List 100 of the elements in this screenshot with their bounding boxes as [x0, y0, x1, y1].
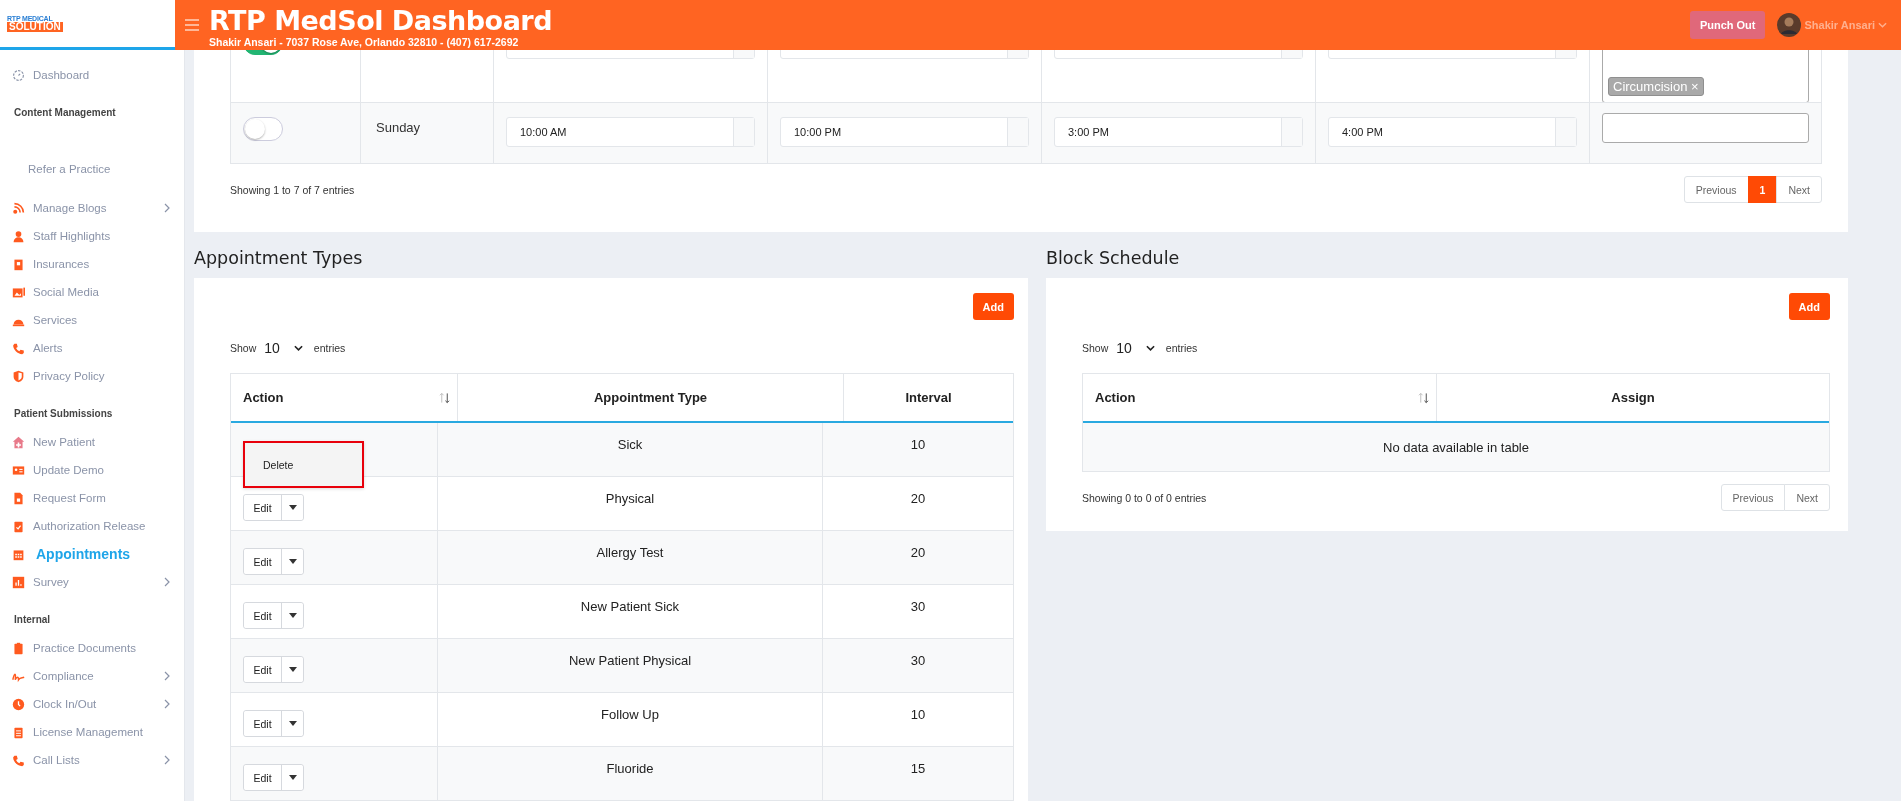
sidebar-item[interactable]: Services — [12, 306, 184, 334]
shield-icon — [12, 369, 25, 383]
section-heading: Patient Submissions — [13, 407, 114, 421]
sort-icon[interactable] — [1418, 391, 1429, 404]
edit-button[interactable]: Edit — [244, 657, 282, 682]
table-cell-text: 30 — [909, 652, 927, 670]
rss-icon — [12, 201, 25, 215]
add-button[interactable]: Add — [972, 293, 1014, 320]
chevron-icon — [164, 203, 170, 213]
gauge-icon — [12, 68, 25, 82]
page-size-select[interactable]: 10 — [1113, 340, 1161, 356]
pagination-button[interactable]: 1 — [1747, 176, 1778, 203]
tags-field[interactable] — [1602, 113, 1809, 143]
show-label: Show — [1082, 342, 1109, 354]
sidebar-item[interactable]: Call Lists — [12, 746, 184, 774]
entries-info: Showing 0 to 0 of 0 entries — [1082, 491, 1207, 504]
pagination-button[interactable]: Previous — [1720, 484, 1786, 511]
sidebar-item[interactable]: Request Form — [12, 484, 184, 512]
sidebar-item[interactable]: Staff Highlights — [12, 222, 184, 250]
section-title: Block Schedule — [1046, 248, 1181, 269]
toggle-switch[interactable] — [243, 117, 283, 141]
tag-chip[interactable]: Circumcision × — [1608, 77, 1704, 96]
caret-icon — [288, 505, 297, 510]
building-icon — [12, 257, 25, 271]
column-header[interactable]: Assign — [1611, 390, 1655, 405]
time-field[interactable]: 4:00 PM — [1328, 117, 1577, 147]
column-header[interactable]: Interval — [905, 390, 952, 405]
table-cell-text: 20 — [909, 544, 927, 562]
edit-button[interactable]: Edit — [244, 711, 282, 736]
entries-info: Showing 1 to 7 of 7 entries — [230, 183, 355, 196]
caret-icon — [288, 721, 297, 726]
entries-label: entries — [313, 342, 346, 354]
table-cell: Physical — [438, 477, 823, 530]
edit-button[interactable]: Edit — [244, 765, 282, 790]
table-cell: Sick — [438, 423, 823, 476]
time-field[interactable]: 10:00 PM — [780, 117, 1029, 147]
chevron-icon — [164, 755, 170, 765]
page-size-select[interactable]: 10 — [261, 340, 309, 356]
sidebar-item[interactable]: New Patient — [12, 428, 184, 456]
table-cell-text: 10 — [909, 706, 927, 724]
sidebar-item[interactable]: Authorization Release — [12, 512, 184, 540]
sidebar-item[interactable]: Manage Blogs — [12, 194, 184, 222]
edit-button[interactable]: Edit — [244, 603, 282, 628]
table-cell: Allergy Test — [438, 531, 823, 584]
add-button[interactable]: Add — [1788, 293, 1830, 320]
empty-message: No data available in table — [1083, 423, 1829, 471]
sidebar-item[interactable]: Survey — [12, 568, 184, 596]
practice-info: Shakir Ansari - 7037 Rose Ave, Orlando 32810 - (407) 617-2692 — [209, 36, 520, 48]
punch-out-button[interactable]: Punch Out — [1689, 11, 1766, 39]
document-icon — [12, 491, 25, 505]
sidebar-item[interactable]: Refer a Practice — [28, 155, 184, 183]
caret-icon — [288, 775, 297, 780]
clock-icon — [12, 697, 25, 711]
table-cell-text: 15 — [909, 760, 927, 778]
sidebar-item[interactable]: Appointments — [12, 540, 184, 568]
sidebar-item[interactable]: Insurances — [12, 250, 184, 278]
table-cell: New Patient Physical — [438, 639, 823, 692]
id-card-icon — [12, 463, 25, 477]
tags-field[interactable]: Circumcision × — [1602, 50, 1809, 102]
column-header[interactable]: Action — [1095, 390, 1136, 405]
dashboard-title: RTP MedSol Dashboard — [209, 6, 552, 36]
entries-label: entries — [1165, 342, 1198, 354]
bar-chart-icon — [12, 575, 25, 589]
table-cell-text: 30 — [909, 598, 927, 616]
sidebar-item[interactable]: Update Demo — [12, 456, 184, 484]
pagination-button[interactable]: Next — [1784, 484, 1830, 511]
sidebar-item[interactable]: Social Media — [12, 278, 184, 306]
edit-button[interactable]: Edit — [244, 549, 282, 574]
caret-icon — [1145, 345, 1155, 351]
sidebar-item[interactable]: Compliance — [12, 662, 184, 690]
show-label: Show — [230, 342, 257, 354]
image-icon — [12, 285, 25, 299]
table-cell: Follow Up — [438, 693, 823, 746]
table-cell-text: 10 — [909, 436, 927, 454]
delete-option[interactable]: Delete — [263, 458, 294, 471]
sidebar-item[interactable]: License Management — [12, 718, 184, 746]
sort-icon[interactable] — [439, 391, 450, 404]
chevron-icon — [164, 671, 170, 681]
sidebar-item[interactable]: Dashboard — [12, 61, 184, 89]
sidebar-item[interactable]: Alerts — [12, 334, 184, 362]
edit-button[interactable]: Edit — [244, 495, 282, 520]
clipboard-check-icon — [12, 519, 25, 533]
time-field[interactable]: 10:00 AM — [506, 117, 755, 147]
sidebar-item[interactable]: Privacy Policy — [12, 362, 184, 390]
chevron-icon — [164, 699, 170, 709]
time-field[interactable]: 3:00 PM — [1054, 117, 1303, 147]
section-heading: Internal — [13, 613, 52, 627]
pagination-button[interactable]: Previous — [1683, 176, 1749, 203]
pagination-button[interactable]: Next — [1776, 176, 1822, 203]
column-header[interactable]: Action — [243, 390, 284, 405]
caret-icon — [288, 559, 297, 564]
column-header[interactable]: Appointment Type — [593, 390, 708, 405]
house-icon — [12, 435, 25, 449]
avatar-icon[interactable] — [1777, 13, 1802, 37]
calendar-icon — [12, 547, 25, 561]
sidebar-item[interactable]: Clock In/Out — [12, 690, 184, 718]
list-icon — [12, 725, 25, 739]
table-cell-text: 20 — [909, 490, 927, 508]
day-label: Sunday — [376, 120, 421, 135]
sidebar-item[interactable]: Practice Documents — [12, 634, 184, 662]
